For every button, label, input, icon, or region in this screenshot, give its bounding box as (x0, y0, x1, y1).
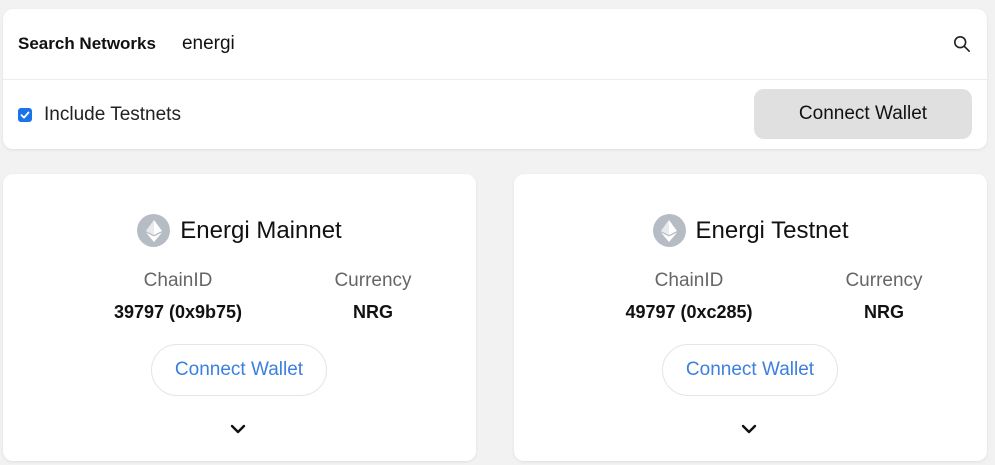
network-card-energi-testnet: Energi Testnet ChainID 49797 (0xc285) Cu… (514, 174, 987, 461)
search-label: Search Networks (18, 34, 156, 53)
connect-wallet-button[interactable]: Connect Wallet (754, 89, 972, 139)
currency-label: Currency (334, 270, 412, 291)
ethereum-icon (137, 214, 171, 247)
ethereum-icon (652, 214, 686, 247)
currency-value: NRG (353, 302, 393, 322)
card-connect-wallet-button[interactable]: Connect Wallet (151, 344, 327, 396)
currency-label: Currency (845, 270, 923, 291)
search-input[interactable] (179, 32, 904, 56)
chain-id-value: 39797 (0x9b75) (113, 302, 243, 322)
chain-id-value: 49797 (0xc285) (625, 302, 753, 322)
currency-column: Currency NRG (303, 270, 443, 323)
card-title-row: Energi Mainnet (3, 214, 476, 247)
chevron-down-icon[interactable] (229, 422, 247, 436)
chain-id-column: ChainID 49797 (0xc285) (604, 270, 774, 323)
currency-column: Currency NRG (814, 270, 954, 323)
chain-id-column: ChainID 39797 (0x9b75) (93, 270, 263, 323)
include-testnets-label[interactable]: Include Testnets (44, 104, 181, 126)
checkmark-icon (20, 111, 30, 118)
search-icon[interactable] (953, 35, 971, 53)
currency-value: NRG (864, 302, 904, 322)
card-connect-wallet-button[interactable]: Connect Wallet (662, 344, 838, 396)
include-testnets-checkbox[interactable] (18, 107, 32, 122)
network-card-energi-mainnet: Energi Mainnet ChainID 39797 (0x9b75) Cu… (3, 174, 476, 461)
chain-id-label: ChainID (143, 270, 213, 291)
search-row: Search Networks (3, 9, 987, 80)
chain-id-label: ChainID (654, 270, 724, 291)
chevron-down-icon[interactable] (740, 422, 758, 436)
network-name: Energi Testnet (695, 216, 849, 244)
card-title-row: Energi Testnet (514, 214, 987, 247)
search-panel: Search Networks Include Testnets Connect… (3, 9, 987, 149)
network-name: Energi Mainnet (180, 216, 342, 244)
options-row: Include Testnets Connect Wallet (3, 80, 987, 149)
